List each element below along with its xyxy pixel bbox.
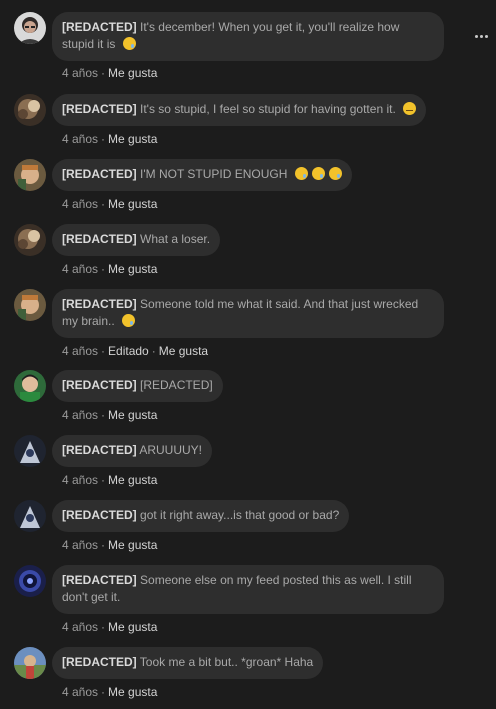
avatar[interactable] — [14, 435, 46, 467]
comment-text: ARUUUUY! — [139, 443, 203, 457]
like-button[interactable]: Me gusta — [108, 132, 157, 146]
avatar[interactable] — [14, 94, 46, 126]
comment-bubble: [REDACTED] Took me a bit but.. *groan* H… — [52, 647, 324, 679]
comment-text: It's so stupid, I feel so stupid for hav… — [140, 102, 396, 116]
comment-bubble: [REDACTED] It's december! When you get i… — [52, 12, 444, 61]
expressionless-face-emoji-icon — [403, 102, 417, 115]
comment-text: [REDACTED] — [140, 378, 213, 392]
avatar[interactable] — [14, 289, 46, 321]
more-options-icon[interactable] — [475, 35, 488, 38]
comment-author[interactable]: [REDACTED] — [62, 167, 137, 181]
comment-time[interactable]: 4 años — [62, 344, 98, 358]
avatar[interactable] — [14, 500, 46, 532]
comment-time[interactable]: 4 años — [62, 132, 98, 146]
like-button[interactable]: Me gusta — [108, 408, 157, 422]
comment-author[interactable]: [REDACTED] — [62, 232, 137, 246]
comment-bubble: [REDACTED] Someone else on my feed poste… — [52, 565, 444, 614]
comment-meta: 4 años · Me gusta — [62, 408, 158, 422]
comment-author[interactable]: [REDACTED] — [62, 378, 137, 392]
comment-bubble: [REDACTED] [REDACTED] — [52, 370, 223, 402]
comment-time[interactable]: 4 años — [62, 620, 98, 634]
comment-meta: 4 años · Me gusta — [62, 473, 158, 487]
comment-bubble: [REDACTED] got it right away...is that g… — [52, 500, 350, 532]
comment-meta: 4 años · Me gusta — [62, 197, 158, 211]
comment-time[interactable]: 4 años — [62, 262, 98, 276]
comment-text: What a loser. — [140, 232, 211, 246]
comment-bubble: [REDACTED] Someone told me what it said.… — [52, 289, 444, 338]
like-button[interactable]: Me gusta — [108, 262, 157, 276]
crying-face-emoji-icon — [328, 167, 342, 180]
avatar[interactable] — [14, 224, 46, 256]
comment-meta: 4 años · Editado · Me gusta — [62, 344, 209, 358]
crying-face-emoji-icon — [294, 167, 308, 180]
crying-face-emoji-icon — [311, 167, 325, 180]
comment-meta: 4 años · Me gusta — [62, 620, 158, 634]
avatar[interactable] — [14, 370, 46, 402]
like-button[interactable]: Me gusta — [108, 538, 157, 552]
crying-face-emoji-icon — [122, 314, 136, 327]
comment-bubble: [REDACTED] I'M NOT STUPID ENOUGH — [52, 159, 352, 191]
comment-time[interactable]: 4 años — [62, 685, 98, 699]
comment-bubble: [REDACTED] ARUUUUY! — [52, 435, 213, 467]
comment-time[interactable]: 4 años — [62, 408, 98, 422]
comment-bubble: [REDACTED] What a loser. — [52, 224, 221, 256]
avatar[interactable] — [14, 159, 46, 191]
avatar[interactable] — [14, 565, 46, 597]
like-button[interactable]: Me gusta — [159, 344, 208, 358]
crying-face-emoji-icon — [122, 37, 136, 50]
comment-meta: 4 años · Me gusta — [62, 685, 158, 699]
avatar[interactable] — [14, 647, 46, 679]
comment-time[interactable]: 4 años — [62, 473, 98, 487]
comment-author[interactable]: [REDACTED] — [62, 297, 137, 311]
comment-meta: 4 años · Me gusta — [62, 132, 158, 146]
comment-text: Took me a bit but.. *groan* Haha — [139, 655, 314, 669]
comment-author[interactable]: [REDACTED] — [62, 102, 137, 116]
like-button[interactable]: Me gusta — [108, 66, 157, 80]
comment-bubble: [REDACTED] It's so stupid, I feel so stu… — [52, 94, 427, 126]
comment-time[interactable]: 4 años — [62, 538, 98, 552]
comment-text: I'M NOT STUPID ENOUGH — [140, 167, 288, 181]
comment-author[interactable]: [REDACTED] — [62, 655, 137, 669]
comment-author[interactable]: [REDACTED] — [62, 20, 137, 34]
like-button[interactable]: Me gusta — [108, 685, 157, 699]
comment-meta: 4 años · Me gusta — [62, 66, 158, 80]
comment-author[interactable]: [REDACTED] — [62, 573, 137, 587]
comment-text: got it right away...is that good or bad? — [140, 508, 340, 522]
avatar[interactable] — [14, 12, 46, 44]
comment-author[interactable]: [REDACTED] — [62, 443, 137, 457]
comment-meta: 4 años · Me gusta — [62, 538, 158, 552]
like-button[interactable]: Me gusta — [108, 620, 157, 634]
comment-time[interactable]: 4 años — [62, 66, 98, 80]
like-button[interactable]: Me gusta — [108, 197, 157, 211]
like-button[interactable]: Me gusta — [108, 473, 157, 487]
comment-meta: 4 años · Me gusta — [62, 262, 158, 276]
comment-time[interactable]: 4 años — [62, 197, 98, 211]
edited-label[interactable]: Editado — [108, 344, 149, 358]
comment-author[interactable]: [REDACTED] — [62, 508, 137, 522]
